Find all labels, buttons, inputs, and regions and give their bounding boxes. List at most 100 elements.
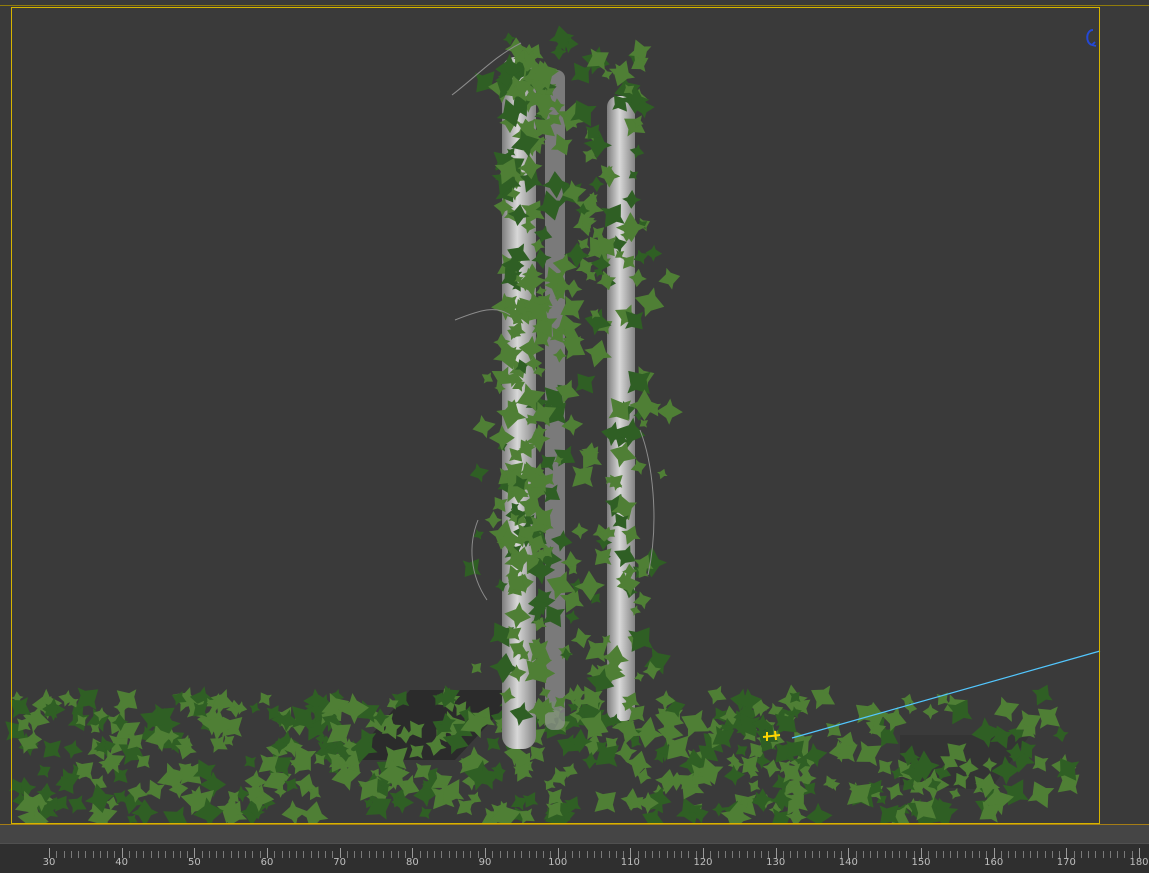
timeline-frame-label: 70 <box>333 857 347 868</box>
3d-viewport[interactable] <box>0 0 1149 824</box>
timeline-frame-label: 110 <box>620 857 640 868</box>
timeline-minor-tick <box>950 851 952 858</box>
timeline-minor-tick <box>361 851 363 858</box>
scene-render[interactable] <box>0 0 1149 824</box>
timeline-frame-label: 60 <box>260 857 274 868</box>
vine-leaf <box>657 468 668 480</box>
timeline-minor-tick <box>325 851 327 858</box>
ground-leaf <box>805 802 833 824</box>
timeline-frame-label: 130 <box>766 857 786 868</box>
timeline-ruler[interactable]: 30 40 50 60 70 80 90 100 110 120 130 140 150 160 170 18… <box>0 844 1149 873</box>
timeline-minor-tick <box>812 851 813 858</box>
timeline-minor-tick <box>390 851 392 858</box>
timeline-minor-tick <box>419 851 421 858</box>
ground-leaf <box>281 800 307 824</box>
timeline-minor-tick <box>732 851 734 858</box>
timeline-minor-tick <box>644 851 646 858</box>
timeline-frame-label: 50 <box>187 857 201 868</box>
timeline-minor-tick <box>368 851 370 858</box>
timeline-minor-tick <box>724 851 726 858</box>
timeline-minor-tick <box>615 851 617 858</box>
timeline-minor-tick <box>434 851 436 858</box>
timeline-minor-tick <box>237 851 239 858</box>
timeline-minor-tick <box>56 851 58 858</box>
ground-leaf <box>43 740 61 758</box>
timeline-minor-tick <box>870 851 872 858</box>
timeline-minor-tick <box>441 851 443 858</box>
vine-leaf <box>644 647 671 675</box>
vine-leaf <box>658 267 681 290</box>
timeline-minor-tick <box>739 851 741 858</box>
timeline-minor-tick <box>594 851 595 858</box>
timeline-minor-tick <box>492 851 494 858</box>
timeline-minor-tick <box>288 851 290 858</box>
timeline-minor-tick <box>128 851 130 858</box>
timeline-minor-tick <box>964 851 966 858</box>
ground-leaf <box>1052 726 1069 743</box>
ground-leaf <box>37 764 51 778</box>
timeline-minor-tick <box>688 851 690 858</box>
timeline-minor-tick <box>826 851 828 858</box>
vine-leaf <box>484 511 503 529</box>
timeline-minor-tick <box>397 851 399 858</box>
timeline-minor-tick <box>470 851 472 858</box>
timeline-minor-tick <box>463 851 465 858</box>
timeline-minor-tick <box>274 851 276 858</box>
ground-leaf <box>822 775 837 790</box>
animation-timeline[interactable]: 30 40 50 60 70 80 90 100 110 120 130 140 150 160 170 18… <box>0 824 1149 873</box>
timeline-minor-tick <box>884 851 886 858</box>
timeline-minor-tick <box>1117 851 1119 858</box>
timeline-minor-tick <box>107 851 109 858</box>
timeline-minor-tick <box>1051 851 1053 858</box>
timeline-minor-tick <box>281 851 283 858</box>
timeline-minor-tick <box>1015 851 1017 858</box>
ground-leaf <box>419 806 432 820</box>
timeline-minor-tick <box>535 851 537 858</box>
vine-leaf <box>656 398 683 425</box>
timeline-minor-tick <box>833 851 835 858</box>
timeline-minor-tick <box>717 851 719 858</box>
timeline-minor-tick <box>1008 851 1010 858</box>
timeline-minor-tick <box>499 851 501 858</box>
timeline-frame-label: 140 <box>838 857 858 868</box>
ground-leaf <box>244 755 257 768</box>
timeline-minor-tick <box>99 851 101 858</box>
ground-leaf <box>594 791 616 813</box>
timeline-minor-tick <box>448 851 450 858</box>
timeline-minor-tick <box>165 851 167 858</box>
timeline-minor-tick <box>528 851 530 858</box>
timeline-minor-tick <box>659 851 661 858</box>
timeline-minor-tick <box>143 851 145 858</box>
timeline-minor-tick <box>216 851 218 858</box>
timeline-minor-tick <box>317 851 319 858</box>
timeline-minor-tick <box>804 851 806 858</box>
ground-leaf <box>116 689 138 710</box>
timeline-track[interactable] <box>0 825 1149 844</box>
timeline-frame-label: 170 <box>1056 857 1076 868</box>
ground-leaf <box>811 685 836 710</box>
timeline-minor-tick <box>310 851 312 858</box>
viewcube-icon[interactable] <box>1081 27 1099 49</box>
timeline-minor-tick <box>521 851 523 858</box>
timeline-minor-tick <box>150 851 152 858</box>
timeline-minor-tick <box>753 851 755 858</box>
vine-leaf <box>471 662 482 674</box>
vine-leaf <box>570 627 592 649</box>
timeline-minor-tick <box>891 851 893 858</box>
timeline-minor-tick <box>1102 851 1104 858</box>
ground-leaf <box>675 797 703 824</box>
vine-leaf <box>548 25 575 51</box>
timeline-minor-tick <box>354 851 356 858</box>
timeline-minor-tick <box>1088 851 1090 858</box>
timeline-frame-label: 40 <box>115 857 129 868</box>
timeline-frame-label: 100 <box>548 857 568 868</box>
timeline-minor-tick <box>1044 851 1046 858</box>
timeline-minor-tick <box>383 851 385 858</box>
timeline-minor-tick <box>601 851 603 858</box>
timeline-minor-tick <box>586 851 588 858</box>
timeline-minor-tick <box>790 851 792 858</box>
timeline-minor-tick <box>957 851 959 858</box>
vine-leaf <box>588 176 605 193</box>
timeline-minor-tick <box>1095 851 1097 858</box>
timeline-minor-tick <box>1124 851 1126 858</box>
